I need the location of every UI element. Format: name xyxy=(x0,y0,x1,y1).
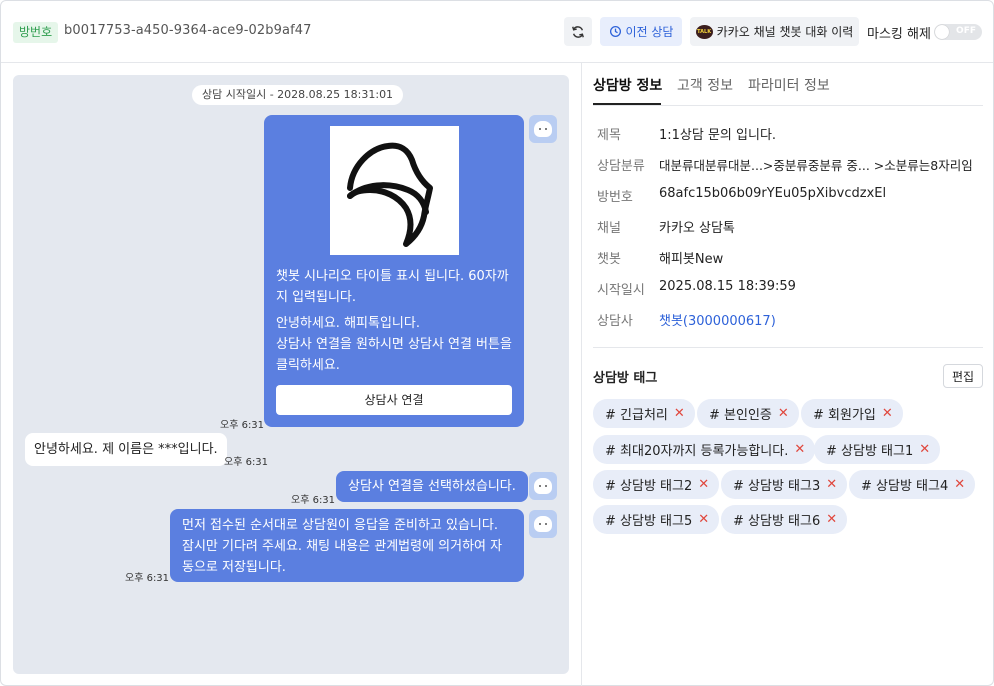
tag-chip: # 상담방 태그5 ✕ xyxy=(593,505,720,534)
tag-label: # 본인인증 xyxy=(709,408,772,423)
scenario-card: 챗봇 시나리오 타이틀 표시 됩니다. 60자까지 입력됩니다. 안녕하세요. … xyxy=(264,115,524,427)
tag-label: # 상담방 태그2 xyxy=(605,479,693,494)
edit-tags-button[interactable]: 편집 xyxy=(943,364,983,388)
connect-agent-button[interactable]: 상담사 연결 xyxy=(276,385,512,415)
remove-tag-icon[interactable]: ✕ xyxy=(826,477,837,492)
info-value-title: 1:1상담 문의 입니다. xyxy=(659,128,777,143)
info-label-start-time: 시작일시 xyxy=(597,283,645,298)
tag-label: # 상담방 태그5 xyxy=(605,514,693,529)
tab-room-info[interactable]: 상담방 정보 xyxy=(593,75,662,95)
bot-avatar xyxy=(529,510,557,538)
header-bar: 방번호 b0017753-a450-9364-ace9-02b9af47 이전 … xyxy=(1,1,993,63)
tag-chip: # 상담방 태그3 ✕ xyxy=(721,470,848,499)
masking-label: 마스킹 해제 xyxy=(867,27,931,42)
tag-chip: # 회원가입 ✕ xyxy=(801,399,903,428)
toggle-knob xyxy=(935,25,949,39)
remove-tag-icon[interactable]: ✕ xyxy=(698,512,709,527)
info-value-agent-link[interactable]: 챗봇(3000000617) xyxy=(659,310,776,329)
tag-label: # 상담방 태그3 xyxy=(733,479,821,494)
tag-label: # 회원가입 xyxy=(813,408,876,423)
remove-tag-icon[interactable]: ✕ xyxy=(698,477,709,492)
info-label-chatbot: 챗봇 xyxy=(597,252,621,267)
message-time: 오후 6:31 xyxy=(220,420,265,431)
tag-chip: # 본인인증 ✕ xyxy=(697,399,799,428)
room-id: b0017753-a450-9364-ace9-02b9af47 xyxy=(64,23,312,38)
kakao-history-button[interactable]: TALK 카카오 채널 챗봇 대화 이력 xyxy=(690,17,859,46)
previous-consult-button[interactable]: 이전 상담 xyxy=(600,17,682,46)
tab-parameter-info[interactable]: 파라미터 정보 xyxy=(748,75,830,95)
info-value-channel: 카카오 상담톡 xyxy=(659,221,735,236)
info-label-agent: 상담사 xyxy=(597,314,633,329)
room-number-badge: 방번호 xyxy=(13,22,59,43)
remove-tag-icon[interactable]: ✕ xyxy=(794,442,805,457)
card-body-line: 안녕하세요. 해피톡입니다. xyxy=(276,316,420,331)
remove-tag-icon[interactable]: ✕ xyxy=(954,477,965,492)
masking-toggle[interactable]: OFF xyxy=(934,24,982,40)
remove-tag-icon[interactable]: ✕ xyxy=(882,406,893,421)
chat-panel[interactable]: 상담 시작일시 - 2028.08.25 18:31:01 챗봇 시나리오 타이… xyxy=(13,75,569,674)
tag-label: # 상담방 태그6 xyxy=(733,514,821,529)
tag-label: # 상담방 태그1 xyxy=(826,444,914,459)
message-time: 오후 6:31 xyxy=(224,457,269,468)
card-body: 안녕하세요. 해피톡입니다. 상담사 연결을 원하시면 상담사 연결 버튼을 클… xyxy=(276,313,516,376)
tags-section-title: 상담방 태그 xyxy=(593,371,658,386)
active-tab-indicator xyxy=(593,103,661,105)
tag-chip: # 상담방 태그1 ✕ xyxy=(814,435,941,464)
panel-divider xyxy=(581,63,582,686)
bot-avatar xyxy=(529,472,557,500)
refresh-button[interactable] xyxy=(564,17,592,46)
tag-chip: # 상담방 태그4 ✕ xyxy=(849,470,976,499)
remove-tag-icon[interactable]: ✕ xyxy=(674,406,685,421)
chat-start-time: 상담 시작일시 - 2028.08.25 18:31:01 xyxy=(192,85,404,105)
bot-message: 상담사 연결을 선택하셨습니다. xyxy=(336,471,528,502)
tag-chip: # 긴급처리 ✕ xyxy=(593,399,695,428)
toggle-state: OFF xyxy=(956,26,976,36)
bot-face-icon xyxy=(534,121,552,137)
bot-face-icon xyxy=(534,516,552,532)
consultation-window: 방번호 b0017753-a450-9364-ace9-02b9af47 이전 … xyxy=(0,0,994,686)
info-label-channel: 채널 xyxy=(597,221,621,236)
bot-message: 먼저 접수된 순서대로 상담원이 응답을 준비하고 있습니다. 잠시만 기다려 … xyxy=(170,509,524,582)
kakao-talk-icon: TALK xyxy=(695,24,713,39)
tag-chip: # 상담방 태그2 ✕ xyxy=(593,470,720,499)
tag-chip: # 상담방 태그6 ✕ xyxy=(721,505,848,534)
card-body-line: 상담사 연결을 원하시면 상담사 연결 버튼을 클릭하세요. xyxy=(276,337,512,373)
brand-logo-icon xyxy=(347,142,433,247)
bot-avatar xyxy=(529,115,557,143)
card-title: 챗봇 시나리오 타이틀 표시 됩니다. 60자까지 입력됩니다. xyxy=(276,269,509,305)
info-label-title: 제목 xyxy=(597,128,621,143)
refresh-icon xyxy=(572,25,584,38)
kakao-history-label: 카카오 채널 챗봇 대화 이력 xyxy=(716,25,854,39)
tag-label: # 최대20자까지 등록가능합니다. xyxy=(605,444,789,459)
remove-tag-icon[interactable]: ✕ xyxy=(919,442,930,457)
message-time: 오후 6:31 xyxy=(291,495,336,506)
info-value-room-number: 68afc15b06b09rYEu05pXibvcdzxEl xyxy=(659,186,887,201)
tag-label: # 상담방 태그4 xyxy=(861,479,949,494)
section-divider xyxy=(593,347,983,348)
tag-chip: # 최대20자까지 등록가능합니다. ✕ xyxy=(593,435,816,464)
tag-label: # 긴급처리 xyxy=(605,408,668,423)
info-value-category: 대분류대분류대분...>중분류중분류 중... >소분류는8자리임 xyxy=(659,158,973,173)
remove-tag-icon[interactable]: ✕ xyxy=(778,406,789,421)
user-message: 안녕하세요. 제 이름은 ***입니다. xyxy=(25,433,227,466)
message-time: 오후 6:31 xyxy=(125,573,170,584)
card-image xyxy=(330,126,459,255)
info-label-room-number: 방번호 xyxy=(597,190,633,205)
previous-consult-label: 이전 상담 xyxy=(625,25,674,39)
info-label-category: 상담분류 xyxy=(597,159,645,174)
remove-tag-icon[interactable]: ✕ xyxy=(826,512,837,527)
tab-customer-info[interactable]: 고객 정보 xyxy=(677,75,733,95)
info-value-chatbot: 해피봇New xyxy=(659,252,724,267)
info-tabs: 상담방 정보 고객 정보 파라미터 정보 xyxy=(593,63,983,106)
history-icon xyxy=(609,25,621,38)
info-value-start-time: 2025.08.15 18:39:59 xyxy=(659,279,796,294)
bot-face-icon xyxy=(534,478,552,494)
